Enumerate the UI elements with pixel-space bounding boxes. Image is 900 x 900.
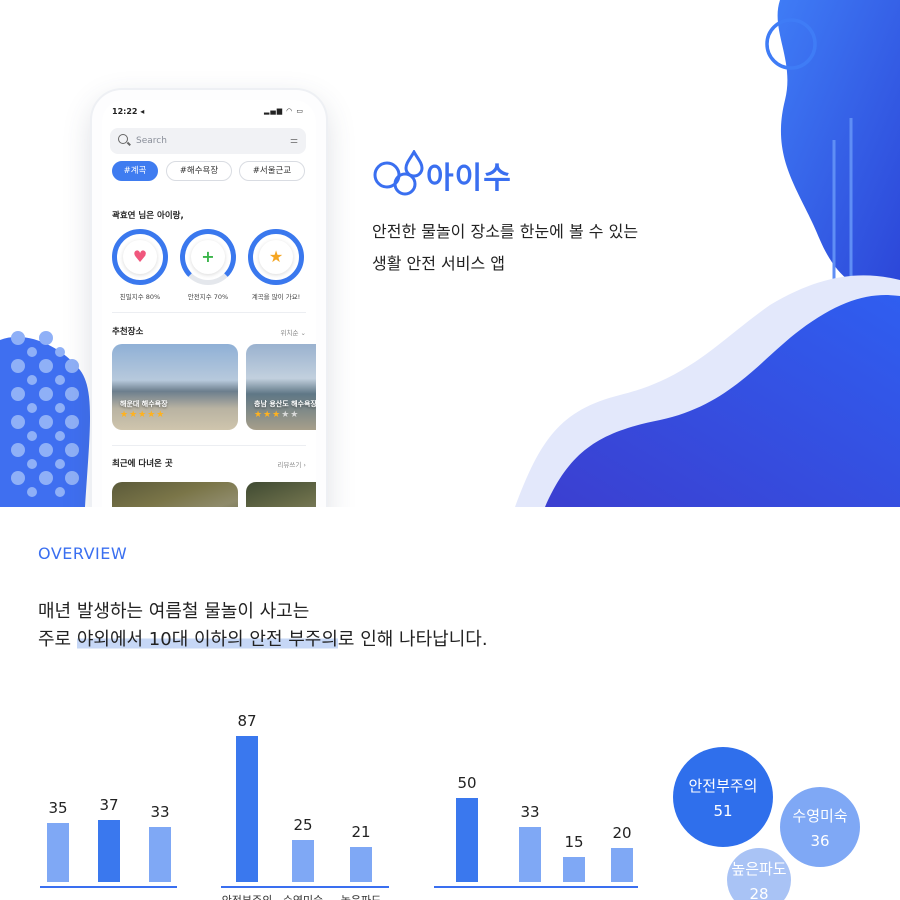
bar: [519, 826, 541, 882]
sort-dropdown[interactable]: 위치순 ⌄: [281, 327, 306, 337]
rating-stars: ★★★★★: [120, 410, 166, 420]
chip-valley[interactable]: #계곡: [112, 161, 158, 181]
bar-value-label: 37: [99, 795, 119, 814]
place-name: 충남 용산도 해수욕장: [254, 400, 316, 408]
status-bar: 12:22 ◂ ▂▄▆ ◠ ▭: [112, 106, 304, 120]
statistics-charts: 353733872521안전부주의수영미숙높은파도50331520안전부주의51…: [0, 700, 900, 900]
chart-baseline: [434, 886, 638, 888]
bar: [236, 735, 258, 882]
place-card[interactable]: 해운대 해수욕장 ★★★★★: [112, 344, 238, 430]
search-input[interactable]: Search ⚌: [110, 128, 306, 154]
bar-value-label: 33: [520, 802, 540, 821]
divider: [112, 312, 306, 313]
recent-title: 최근에 다녀온 곳: [112, 459, 173, 469]
x-tick-label: 수영미숙: [273, 892, 333, 900]
chip-beach[interactable]: #해수욕장: [166, 161, 232, 181]
water-drop-logo-icon: [373, 148, 424, 196]
heart-icon: ♥: [123, 240, 157, 274]
divider: [112, 445, 306, 446]
overview-label: OVERVIEW: [38, 544, 128, 563]
chart-baseline: [221, 886, 389, 888]
x-tick-label: 높은파도: [331, 892, 391, 900]
bubble-value: 36: [810, 832, 830, 850]
search-placeholder: Search: [136, 136, 167, 146]
bar: [149, 826, 171, 882]
star-icon: ★: [259, 240, 293, 274]
x-tick-label: 안전부주의: [217, 892, 277, 900]
bar-value-label: 21: [351, 822, 371, 841]
bubble-value: 28: [749, 885, 769, 900]
dark-wave: [545, 295, 900, 507]
statement-line-1: 매년 발생하는 여름철 물놀이 사고는: [38, 601, 310, 622]
overview-statement: 매년 발생하는 여름철 물놀이 사고는 주로 야외에서 10대 이하의 안전 부…: [38, 598, 488, 654]
intimacy-ring[interactable]: ♥: [112, 229, 168, 285]
place-name: 해운대 해수욕장: [120, 400, 168, 408]
recommended-title: 추천장소: [112, 327, 144, 337]
hero-section: 12:22 ◂ ▂▄▆ ◠ ▭ Search ⚌ #계곡 #해수욕장 #서울근교…: [0, 0, 900, 507]
favorite-ring[interactable]: ★: [248, 229, 304, 285]
tagline-line-1: 안전한 물놀이 장소를 한눈에 볼 수 있는: [372, 222, 639, 241]
bar: [563, 856, 585, 882]
tagline: 안전한 물놀이 장소를 한눈에 볼 수 있는 생활 안전 서비스 앱: [372, 216, 638, 280]
brand-logo: 아이수: [372, 148, 511, 196]
rating-stars: ★★★★★: [254, 410, 300, 420]
bubble: 높은파도 28: [727, 848, 791, 900]
signal-wifi-battery-icon: ▂▄▆ ◠ ▭: [263, 107, 304, 115]
brand-name: 아이수: [426, 161, 512, 196]
bubble-label: 수영미숙: [792, 807, 848, 825]
bar-value-label: 50: [457, 774, 477, 792]
bar-value-label: 87: [237, 711, 257, 730]
highlighted-text: 야외에서 10대 이하의 안전 부주의: [76, 629, 338, 650]
bubble-label: 안전부주의: [688, 777, 758, 795]
bar: [350, 846, 372, 882]
safety-ring[interactable]: +: [180, 229, 236, 285]
bar-value-label: 33: [150, 802, 170, 821]
place-card[interactable]: 충남 용산도 해수욕장 ★★★★★: [246, 344, 316, 430]
bubble: 안전부주의 51: [673, 747, 773, 847]
chip-seoul-suburbs[interactable]: #서울근교: [239, 161, 305, 181]
tagline-line-2: 생활 안전 서비스 앱: [372, 254, 506, 273]
bubble-value: 51: [713, 802, 733, 820]
top-right-blob: [777, 0, 900, 293]
bar-value-label: 25: [293, 816, 313, 834]
status-time: 12:22 ◂: [112, 107, 145, 116]
bar-value-label: 15: [564, 832, 584, 851]
bubble-label: 높은파도: [731, 860, 787, 878]
favorite-label: 계곡을 많이 가요!: [251, 293, 301, 301]
chart-baseline: [40, 886, 177, 888]
bar: [47, 823, 69, 882]
plus-icon: +: [191, 240, 225, 274]
phone-mockup: 12:22 ◂ ▂▄▆ ◠ ▭ Search ⚌ #계곡 #해수욕장 #서울근교…: [92, 90, 326, 507]
bar: [98, 819, 120, 882]
filter-icon[interactable]: ⚌: [290, 136, 298, 146]
bar-value-label: 20: [612, 824, 632, 843]
search-icon: [118, 134, 128, 144]
greeting-text: 곽효연 님은 아이랑,: [112, 211, 184, 221]
recent-place-card[interactable]: [246, 482, 316, 507]
bar: [611, 848, 633, 882]
statement-line-2: 주로 야외에서 10대 이하의 안전 부주의로 인해 나타납니다.: [38, 629, 488, 650]
bar: [292, 840, 314, 882]
bar-value-label: 35: [48, 799, 68, 818]
recent-place-card[interactable]: [112, 482, 238, 507]
app-screen: 12:22 ◂ ▂▄▆ ◠ ▭ Search ⚌ #계곡 #해수욕장 #서울근교…: [102, 100, 316, 507]
bar: [456, 798, 478, 882]
write-review-link[interactable]: 리뷰쓰기 ›: [277, 459, 306, 469]
bubble: 수영미숙 36: [780, 787, 860, 867]
